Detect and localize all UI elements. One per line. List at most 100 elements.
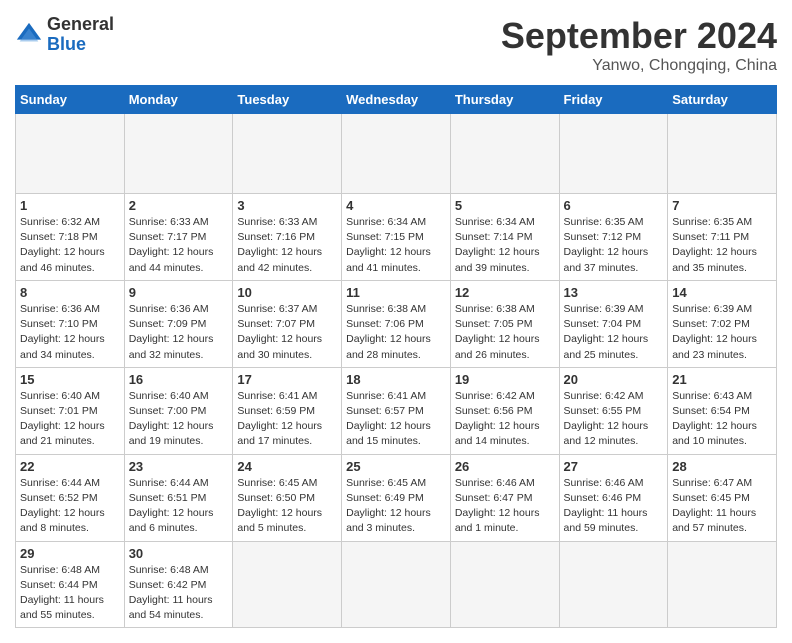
calendar-cell: 28 Sunrise: 6:47 AMSunset: 6:45 PMDayligh…	[668, 454, 777, 541]
day-number: 5	[455, 198, 555, 213]
day-info: Sunrise: 6:45 AMSunset: 6:50 PMDaylight:…	[237, 476, 337, 537]
day-number: 3	[237, 198, 337, 213]
day-of-week-header: Wednesday	[342, 86, 451, 114]
calendar-cell: 25Sunrise: 6:45 AMSunset: 6:49 PMDayligh…	[342, 454, 451, 541]
day-info: Sunrise: 6:46 AMSunset: 6:47 PMDaylight:…	[455, 476, 555, 537]
day-of-week-header: Thursday	[450, 86, 559, 114]
day-number: 7	[672, 198, 772, 213]
calendar-cell: 24 Sunrise: 6:45 AMSunset: 6:50 PMDayligh…	[233, 454, 342, 541]
calendar-week-row: 1 Sunrise: 6:32 AMSunset: 7:18 PMDaylight…	[16, 194, 777, 281]
calendar-week-row: 15Sunrise: 6:40 AMSunset: 7:01 PMDayligh…	[16, 367, 777, 454]
day-number: 25	[346, 459, 446, 474]
day-info: Sunrise: 6:40 AMSunset: 7:00 PMDaylight:…	[129, 389, 229, 450]
calendar-week-row	[16, 114, 777, 194]
day-info: Sunrise: 6:34 AMSunset: 7:15 PMDaylight:…	[346, 215, 446, 276]
logo-icon	[15, 21, 43, 49]
calendar-cell: 6 Sunrise: 6:35 AMSunset: 7:12 PMDaylight…	[559, 194, 668, 281]
day-number: 12	[455, 285, 555, 300]
day-info: Sunrise: 6:37 AMSunset: 7:07 PMDaylight:…	[237, 302, 337, 363]
day-number: 16	[129, 372, 229, 387]
day-info: Sunrise: 6:44 AMSunset: 6:52 PMDaylight:…	[20, 476, 120, 537]
calendar-cell: 30 Sunrise: 6:48 AMSunset: 6:42 PMDayligh…	[124, 541, 233, 628]
calendar-cell: 10 Sunrise: 6:37 AMSunset: 7:07 PMDayligh…	[233, 280, 342, 367]
day-info: Sunrise: 6:32 AMSunset: 7:18 PMDaylight:…	[20, 215, 120, 276]
calendar-cell: 12 Sunrise: 6:38 AMSunset: 7:05 PMDayligh…	[450, 280, 559, 367]
day-info: Sunrise: 6:33 AMSunset: 7:16 PMDaylight:…	[237, 215, 337, 276]
day-of-week-header: Monday	[124, 86, 233, 114]
calendar-cell	[16, 114, 125, 194]
day-info: Sunrise: 6:44 AMSunset: 6:51 PMDaylight:…	[129, 476, 229, 537]
calendar-cell: 19 Sunrise: 6:42 AMSunset: 6:56 PMDayligh…	[450, 367, 559, 454]
calendar-week-row: 8 Sunrise: 6:36 AMSunset: 7:10 PMDaylight…	[16, 280, 777, 367]
page-header: General Blue September 2024 Yanwo, Chong…	[15, 15, 777, 75]
calendar-week-row: 29 Sunrise: 6:48 AMSunset: 6:44 PMDayligh…	[16, 541, 777, 628]
calendar-cell: 29 Sunrise: 6:48 AMSunset: 6:44 PMDayligh…	[16, 541, 125, 628]
day-number: 28	[672, 459, 772, 474]
day-info: Sunrise: 6:35 AMSunset: 7:12 PMDaylight:…	[564, 215, 664, 276]
logo: General Blue	[15, 15, 114, 55]
day-info: Sunrise: 6:46 AMSunset: 6:46 PMDaylight:…	[564, 476, 664, 537]
calendar-cell	[559, 541, 668, 628]
calendar-cell: 21 Sunrise: 6:43 AMSunset: 6:54 PMDayligh…	[668, 367, 777, 454]
calendar-cell: 17Sunrise: 6:41 AMSunset: 6:59 PMDayligh…	[233, 367, 342, 454]
day-number: 10	[237, 285, 337, 300]
day-number: 8	[20, 285, 120, 300]
location: Yanwo, Chongqing, China	[501, 57, 777, 75]
day-info: Sunrise: 6:39 AMSunset: 7:04 PMDaylight:…	[564, 302, 664, 363]
calendar-cell: 2Sunrise: 6:33 AMSunset: 7:17 PMDaylight…	[124, 194, 233, 281]
day-info: Sunrise: 6:35 AMSunset: 7:11 PMDaylight:…	[672, 215, 772, 276]
calendar-cell	[450, 114, 559, 194]
day-number: 9	[129, 285, 229, 300]
day-info: Sunrise: 6:48 AMSunset: 6:42 PMDaylight:…	[129, 563, 229, 624]
calendar-cell	[124, 114, 233, 194]
day-number: 22	[20, 459, 120, 474]
day-number: 1	[20, 198, 120, 213]
day-number: 24	[237, 459, 337, 474]
calendar-cell	[342, 114, 451, 194]
day-number: 27	[564, 459, 664, 474]
day-number: 30	[129, 546, 229, 561]
title-block: September 2024 Yanwo, Chongqing, China	[501, 15, 777, 75]
day-info: Sunrise: 6:42 AMSunset: 6:55 PMDaylight:…	[564, 389, 664, 450]
day-info: Sunrise: 6:34 AMSunset: 7:14 PMDaylight:…	[455, 215, 555, 276]
calendar-cell	[233, 114, 342, 194]
day-number: 13	[564, 285, 664, 300]
calendar-cell: 20 Sunrise: 6:42 AMSunset: 6:55 PMDayligh…	[559, 367, 668, 454]
day-of-week-header: Saturday	[668, 86, 777, 114]
calendar-cell: 4Sunrise: 6:34 AMSunset: 7:15 PMDaylight…	[342, 194, 451, 281]
day-number: 15	[20, 372, 120, 387]
day-number: 18	[346, 372, 446, 387]
day-of-week-header: Tuesday	[233, 86, 342, 114]
calendar-cell	[233, 541, 342, 628]
day-number: 6	[564, 198, 664, 213]
day-info: Sunrise: 6:42 AMSunset: 6:56 PMDaylight:…	[455, 389, 555, 450]
day-info: Sunrise: 6:48 AMSunset: 6:44 PMDaylight:…	[20, 563, 120, 624]
calendar-cell: 1 Sunrise: 6:32 AMSunset: 7:18 PMDaylight…	[16, 194, 125, 281]
calendar-cell: 22 Sunrise: 6:44 AMSunset: 6:52 PMDayligh…	[16, 454, 125, 541]
calendar-cell: 26Sunrise: 6:46 AMSunset: 6:47 PMDayligh…	[450, 454, 559, 541]
calendar-cell: 23Sunrise: 6:44 AMSunset: 6:51 PMDayligh…	[124, 454, 233, 541]
day-number: 11	[346, 285, 446, 300]
day-info: Sunrise: 6:38 AMSunset: 7:06 PMDaylight:…	[346, 302, 446, 363]
calendar-cell: 3 Sunrise: 6:33 AMSunset: 7:16 PMDaylight…	[233, 194, 342, 281]
day-info: Sunrise: 6:38 AMSunset: 7:05 PMDaylight:…	[455, 302, 555, 363]
calendar-cell: 15Sunrise: 6:40 AMSunset: 7:01 PMDayligh…	[16, 367, 125, 454]
day-number: 20	[564, 372, 664, 387]
calendar-body: 1 Sunrise: 6:32 AMSunset: 7:18 PMDaylight…	[16, 114, 777, 628]
day-info: Sunrise: 6:36 AMSunset: 7:10 PMDaylight:…	[20, 302, 120, 363]
day-info: Sunrise: 6:39 AMSunset: 7:02 PMDaylight:…	[672, 302, 772, 363]
calendar-cell	[559, 114, 668, 194]
day-number: 21	[672, 372, 772, 387]
calendar-cell: 8 Sunrise: 6:36 AMSunset: 7:10 PMDaylight…	[16, 280, 125, 367]
calendar-cell: 16 Sunrise: 6:40 AMSunset: 7:00 PMDayligh…	[124, 367, 233, 454]
day-info: Sunrise: 6:36 AMSunset: 7:09 PMDaylight:…	[129, 302, 229, 363]
day-info: Sunrise: 6:33 AMSunset: 7:17 PMDaylight:…	[129, 215, 229, 276]
day-info: Sunrise: 6:41 AMSunset: 6:59 PMDaylight:…	[237, 389, 337, 450]
calendar-cell: 18Sunrise: 6:41 AMSunset: 6:57 PMDayligh…	[342, 367, 451, 454]
day-info: Sunrise: 6:47 AMSunset: 6:45 PMDaylight:…	[672, 476, 772, 537]
calendar-cell: 11 Sunrise: 6:38 AMSunset: 7:06 PMDayligh…	[342, 280, 451, 367]
calendar-header-row: SundayMondayTuesdayWednesdayThursdayFrid…	[16, 86, 777, 114]
day-number: 29	[20, 546, 120, 561]
day-number: 19	[455, 372, 555, 387]
day-info: Sunrise: 6:43 AMSunset: 6:54 PMDaylight:…	[672, 389, 772, 450]
